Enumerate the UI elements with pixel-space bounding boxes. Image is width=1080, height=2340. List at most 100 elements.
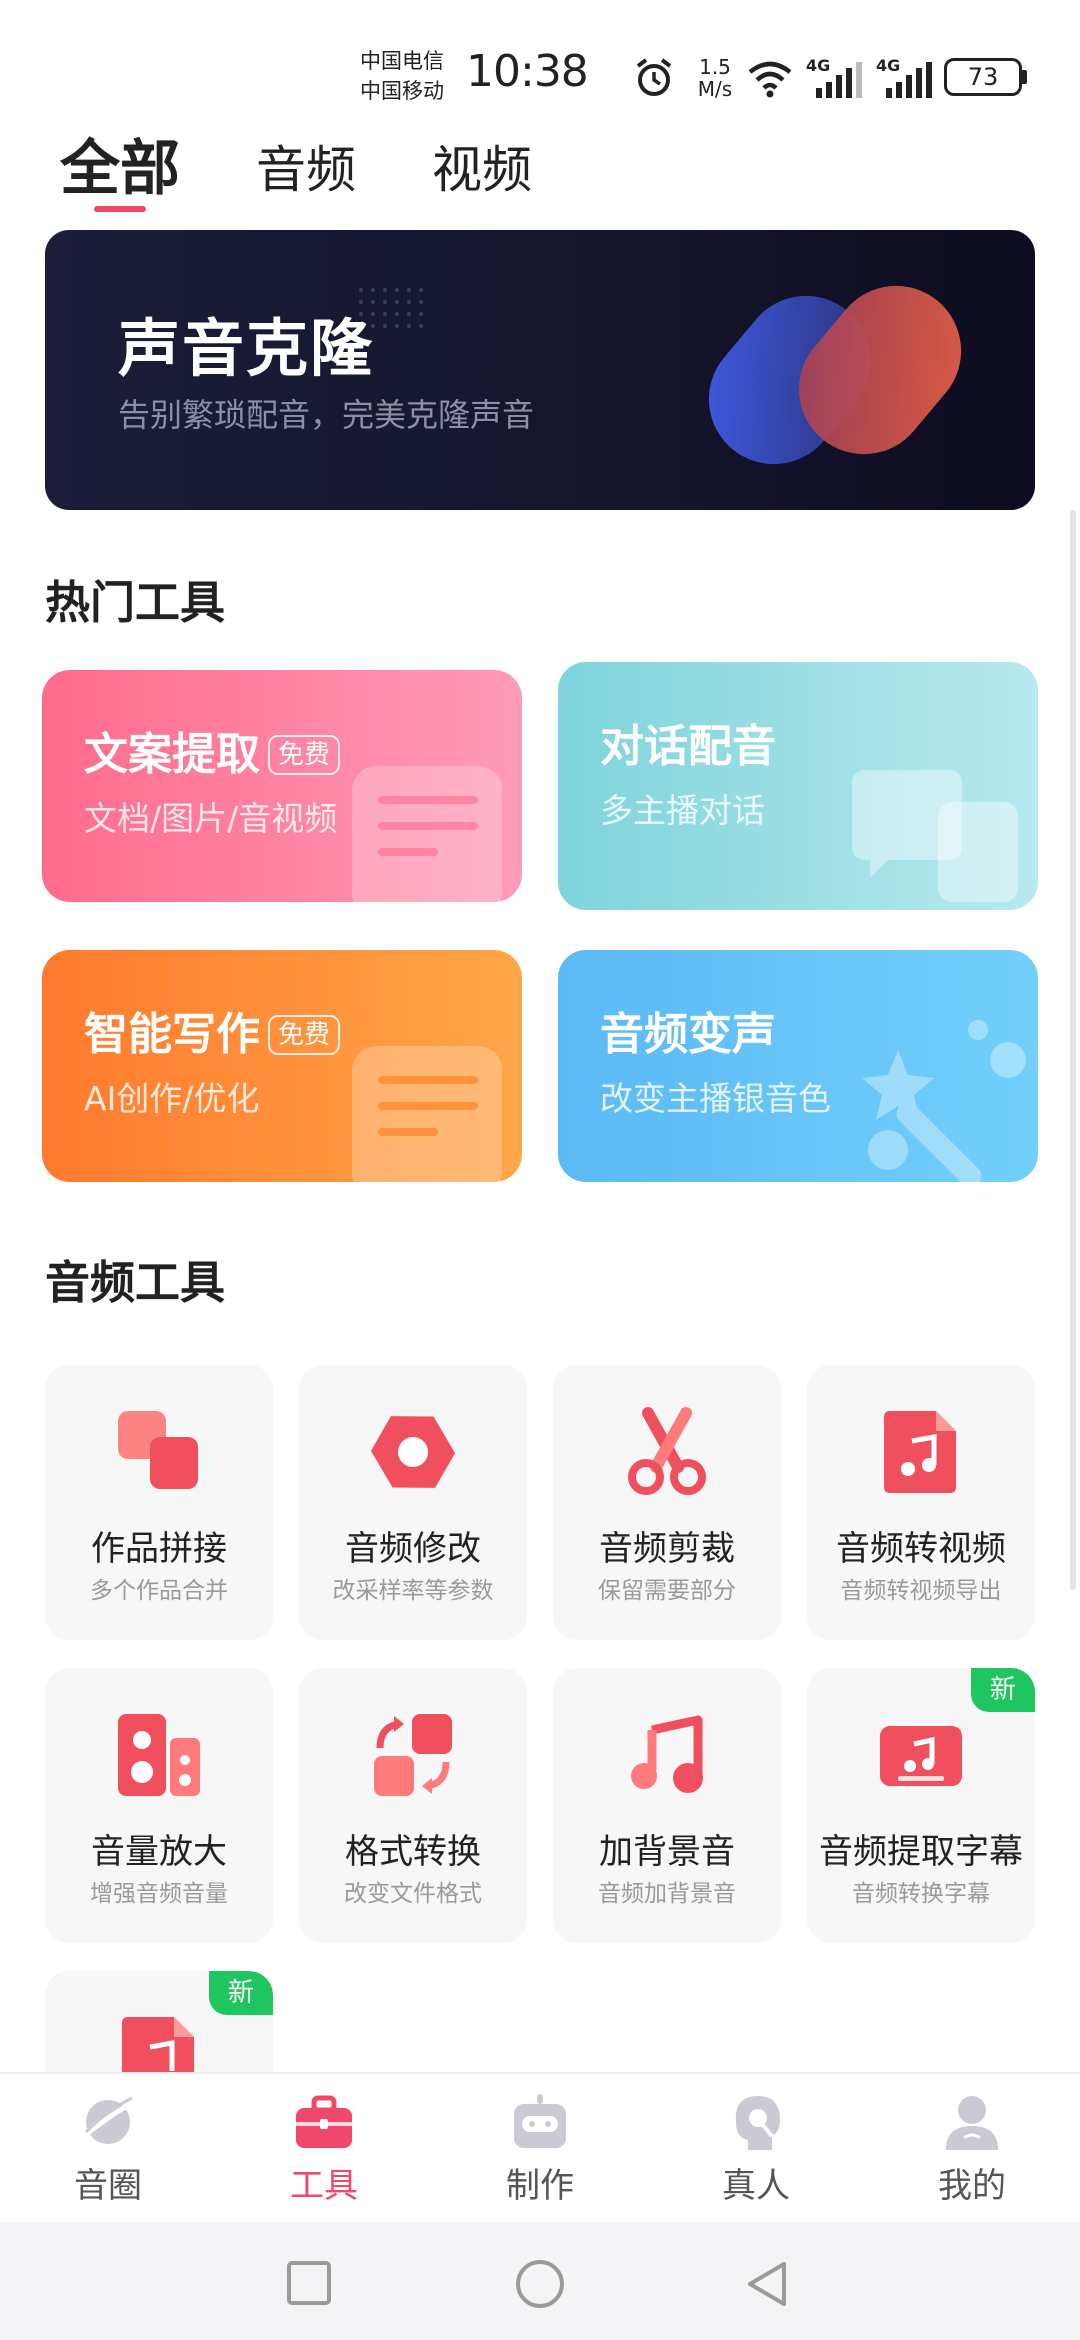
active-tab-indicator (94, 206, 146, 212)
planet-icon (80, 2096, 136, 2144)
signal-bars-icon (816, 62, 862, 98)
music-file-icon (122, 2017, 194, 2072)
battery-indicator: 73 (944, 58, 1022, 96)
music-note-icon (631, 1715, 703, 1793)
hexagon-settings-icon (370, 1416, 456, 1488)
music-file-icon (884, 1411, 956, 1493)
robot-icon (514, 2094, 566, 2148)
hot-tool-title: 音频变声 (600, 1009, 776, 1060)
tool-name: 作品拼接 (91, 1529, 227, 1569)
speed-unit: M/s (697, 77, 733, 101)
status-bar: 中国电信 中国移动 10:38 1.5 M/s 4G 4G 73 (0, 0, 1080, 120)
hot-tool-voice-change[interactable]: 音频变声 改变主播银音色 (558, 950, 1038, 1182)
nav-label: 真人 (722, 2166, 790, 2206)
nav-label: 制作 (506, 2166, 574, 2206)
tab-video[interactable]: 视频 (432, 130, 532, 202)
home-icon[interactable] (514, 2258, 566, 2310)
tool-audio-modify[interactable]: 音频修改 改采样率等参数 (299, 1365, 527, 1640)
hot-tool-subtitle: 文档/图片/音视频 (84, 799, 338, 838)
audio-tools-title: 音频工具 (45, 1256, 226, 1309)
tool-name: 音频转视频 (836, 1529, 1006, 1569)
tool-desc: 改采样率等参数 (332, 1578, 494, 1604)
tool-format-convert[interactable]: 格式转换 改变文件格式 (299, 1668, 527, 1943)
tool-desc: 音频转换字幕 (852, 1881, 990, 1907)
nav-item-real-person[interactable]: 真人 (648, 2074, 864, 2224)
merge-icon (118, 1411, 198, 1489)
alarm-icon (636, 58, 672, 96)
tool-audio-cut[interactable]: 音频剪裁 保留需要部分 (553, 1365, 781, 1640)
tool-desc: 多个作品合并 (90, 1578, 228, 1604)
banner-title: 声音克隆 (118, 312, 375, 385)
signal-bars-icon (886, 62, 932, 98)
hot-tool-subtitle: 多主播对话 (600, 791, 765, 830)
network-speed: 1.5 M/s (690, 56, 740, 100)
tool-name: 加背景音 (599, 1832, 735, 1872)
hot-tool-title: 文案提取 免费 (84, 718, 341, 782)
tool-name: 音频修改 (345, 1529, 481, 1569)
tool-merge[interactable]: 作品拼接 多个作品合并 (45, 1365, 273, 1640)
toolbox-icon (296, 2095, 352, 2148)
carrier-1: 中国电信 (360, 49, 444, 73)
tool-name: 音量放大 (91, 1832, 227, 1872)
tool-desc: 音频加背景音 (598, 1881, 736, 1907)
hot-tool-text-extract[interactable]: 文案提取 免费 文档/图片/音视频 (42, 670, 522, 902)
tool-desc: 改变文件格式 (344, 1881, 482, 1907)
tool-add-background-music[interactable]: 加背景音 音频加背景音 (553, 1668, 781, 1943)
tool-new-partial[interactable]: 新 (45, 1971, 273, 2072)
nav-item-circle[interactable]: 音圈 (0, 2074, 216, 2224)
scissors-icon (628, 1407, 706, 1495)
hot-tools-title: 热门工具 (45, 576, 226, 629)
document-icon (352, 766, 502, 902)
nav-item-mine[interactable]: 我的 (864, 2074, 1080, 2224)
magic-wand-icon (862, 1020, 1026, 1182)
nav-item-tools[interactable]: 工具 (216, 2074, 432, 2224)
speaker-icon (118, 1714, 200, 1796)
battery-level: 73 (967, 63, 999, 91)
banner-subtitle: 告别繁琐配音，完美克隆声音 (118, 396, 535, 434)
clock: 10:38 (466, 46, 589, 97)
tool-desc: 音频转视频导出 (840, 1578, 1002, 1604)
system-nav-bar (0, 2222, 1080, 2340)
tool-name: 音频剪裁 (599, 1529, 735, 1569)
nav-item-create[interactable]: 制作 (432, 2074, 648, 2224)
document-icon (352, 1046, 502, 1182)
signal-1: 4G (806, 56, 866, 100)
tool-name: 格式转换 (345, 1832, 481, 1872)
wifi-icon (748, 61, 792, 98)
new-badge: 新 (209, 1971, 273, 2015)
hot-tool-title-text: 文案提取 (84, 729, 260, 780)
tool-desc: 增强音频音量 (90, 1881, 228, 1907)
hot-tool-title: 智能写作 免费 (84, 998, 341, 1062)
nav-label: 音圈 (74, 2166, 142, 2206)
new-badge: 新 (971, 1668, 1035, 1712)
tool-desc: 保留需要部分 (598, 1578, 736, 1604)
battery-tip (1022, 70, 1027, 84)
hot-tool-title-text: 智能写作 (84, 1009, 260, 1060)
back-icon[interactable] (744, 2260, 790, 2308)
tab-audio[interactable]: 音频 (256, 130, 356, 202)
tool-audio-to-video[interactable]: 音频转视频 音频转视频导出 (807, 1365, 1035, 1640)
voice-clone-banner[interactable]: 声音克隆 告别繁琐配音，完美克隆声音 (45, 230, 1035, 510)
hot-tool-subtitle: 改变主播银音色 (600, 1079, 831, 1118)
chat-bubbles-icon (852, 770, 1018, 902)
signal-2: 4G (876, 56, 936, 100)
tool-volume-boost[interactable]: 音量放大 增强音频音量 (45, 1668, 273, 1943)
hot-tool-title: 对话配音 (600, 721, 776, 772)
bottom-nav: 音圈 工具 制作 真人 我的 (0, 2072, 1080, 2222)
nav-label: 工具 (290, 2166, 358, 2206)
voice-clone-logo-icon (708, 285, 962, 465)
hot-tool-dialog-dub[interactable]: 对话配音 多主播对话 (558, 662, 1038, 910)
head-mic-icon (735, 2096, 780, 2150)
tab-all[interactable]: 全部 (60, 120, 180, 207)
scrollbar[interactable] (1070, 510, 1076, 1590)
subtitle-icon (880, 1726, 962, 1786)
nav-label: 我的 (938, 2166, 1006, 2206)
carrier-info: 中国电信 中国移动 (360, 46, 444, 106)
tool-name: 音频提取字幕 (819, 1832, 1023, 1872)
tool-extract-subtitles[interactable]: 新 音频提取字幕 音频转换字幕 (807, 1668, 1035, 1943)
user-icon (946, 2096, 998, 2150)
speed-value: 1.5 (699, 55, 731, 79)
hot-tool-smart-writing[interactable]: 智能写作 免费 AI创作/优化 (42, 950, 522, 1182)
recent-apps-icon[interactable] (286, 2260, 332, 2306)
carrier-2: 中国移动 (360, 79, 444, 103)
